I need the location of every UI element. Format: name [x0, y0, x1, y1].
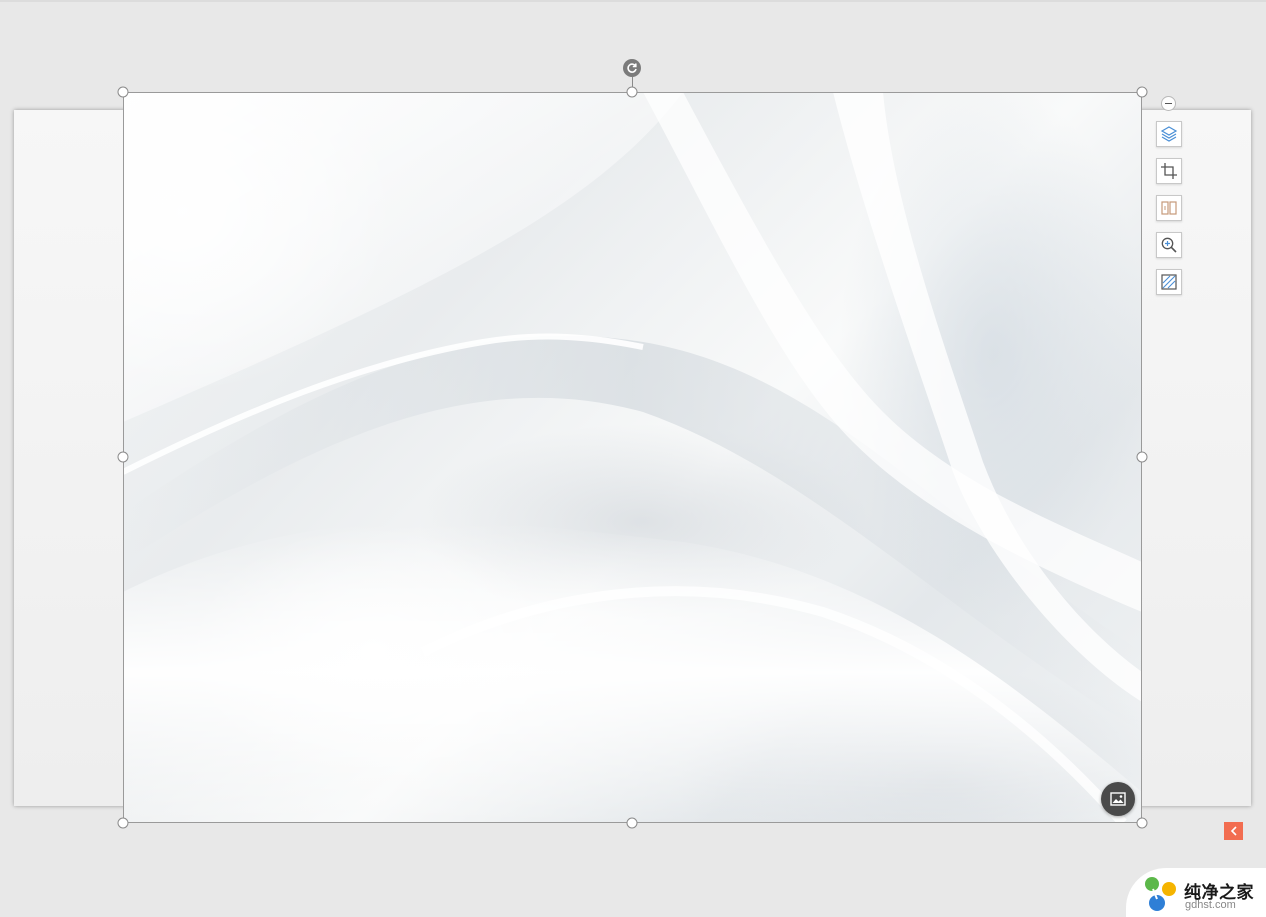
silk-background-picture[interactable]	[123, 92, 1142, 823]
resize-handle-right[interactable]	[1136, 451, 1148, 463]
expand-side-panel-button[interactable]	[1224, 822, 1243, 840]
workspace-canvas: 纯净之家 gdhst.com	[0, 0, 1266, 917]
rotate-handle[interactable]	[623, 59, 641, 77]
resize-handle-bottom[interactable]	[626, 817, 638, 829]
picture-border-icon	[1161, 274, 1177, 290]
resize-handle-left[interactable]	[117, 451, 129, 463]
crop-button[interactable]	[1156, 158, 1182, 184]
picture-border-button[interactable]	[1156, 269, 1182, 295]
resize-handle-top[interactable]	[626, 86, 638, 98]
rotate-icon	[627, 63, 637, 73]
crop-icon	[1161, 163, 1177, 179]
silk-texture	[123, 92, 1142, 823]
chevron-left-icon	[1230, 826, 1237, 836]
resize-handle-bottom-left[interactable]	[117, 817, 129, 829]
ribbon-edge	[0, 0, 1266, 2]
layers-icon	[1160, 126, 1178, 142]
toolbar-collapse-button[interactable]	[1161, 96, 1176, 111]
resize-handle-top-right[interactable]	[1136, 86, 1148, 98]
watermark-url: gdhst.com	[1185, 899, 1236, 911]
watermark-logo	[1145, 877, 1176, 911]
image-icon	[1110, 792, 1126, 806]
picture-split-icon	[1161, 201, 1177, 215]
resize-handle-top-left[interactable]	[117, 86, 129, 98]
change-picture-button[interactable]	[1101, 782, 1135, 816]
zoom-in-icon	[1161, 237, 1177, 253]
layers-button[interactable]	[1156, 121, 1182, 147]
rotate-stem	[632, 77, 633, 87]
resize-handle-bottom-right[interactable]	[1136, 817, 1148, 829]
zoom-in-button[interactable]	[1156, 232, 1182, 258]
minus-icon	[1165, 102, 1172, 105]
picture-split-button[interactable]	[1156, 195, 1182, 221]
